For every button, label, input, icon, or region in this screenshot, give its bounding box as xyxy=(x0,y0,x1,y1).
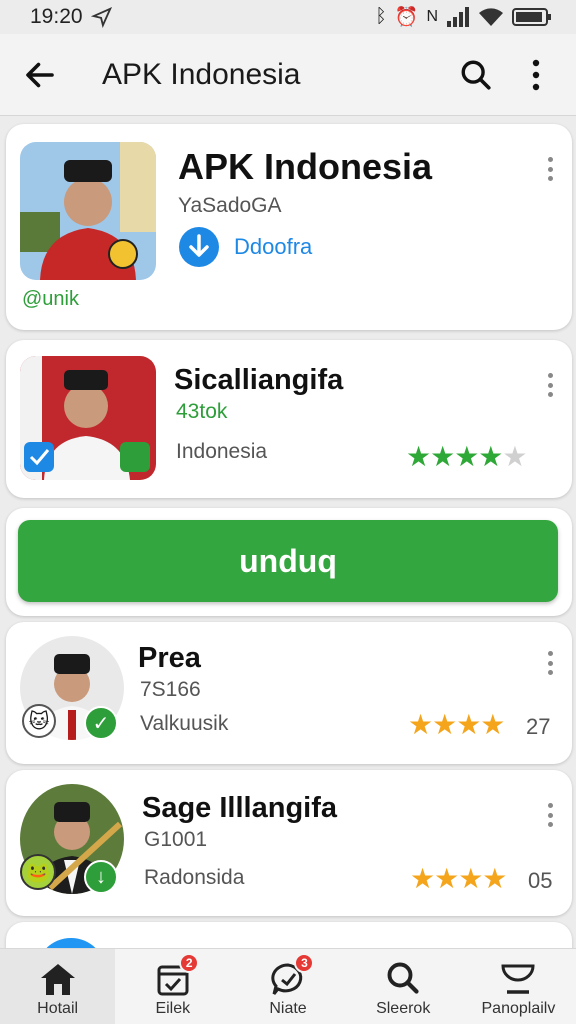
search-button[interactable] xyxy=(454,53,498,97)
nav-label: Sleerok xyxy=(376,1000,431,1017)
rating-count: 05 xyxy=(528,868,553,893)
developer-name: YaSadoGA xyxy=(178,194,282,217)
overflow-menu-button[interactable] xyxy=(514,53,558,97)
status-bar: 19:20 ᛒ ⏰ N xyxy=(0,0,576,34)
verified-badge: @unik xyxy=(22,288,79,310)
app-meta: 43tok xyxy=(176,400,228,423)
download-icon xyxy=(179,227,219,267)
bluetooth-icon: ᛒ xyxy=(375,6,387,27)
app-title: APK Indonesia xyxy=(178,146,433,187)
app-subtitle: Valkuusik xyxy=(140,712,229,735)
app-subtitle: Radonsida xyxy=(144,866,245,889)
verified-check-icon: ✓ xyxy=(84,706,118,740)
nav-label: Niate xyxy=(269,1000,307,1017)
nav-search[interactable]: Sleerok xyxy=(346,949,461,1024)
app-card-featured[interactable]: @unik APK Indonesia YaSadoGA Ddoofra xyxy=(6,124,572,330)
app-thumbnail xyxy=(20,356,156,480)
page-title: APK Indonesia xyxy=(102,57,301,91)
nav-chat[interactable]: 3 Niate xyxy=(230,949,345,1024)
app-subtitle: Indonesia xyxy=(176,440,268,463)
search-icon xyxy=(461,60,491,90)
app-card[interactable]: 🐱 ✓ Prea 7S166 Valkuusik ★★★★ 27 xyxy=(6,622,572,764)
app-meta: 7S166 xyxy=(140,678,201,701)
wifi-icon xyxy=(479,8,503,26)
search-icon xyxy=(387,962,419,994)
notification-badge: 2 xyxy=(179,953,200,973)
rating-stars: ★★★★★ xyxy=(406,441,528,472)
signal-icon xyxy=(447,7,469,27)
card-more-button[interactable] xyxy=(540,370,560,400)
nav-home[interactable]: Hotail xyxy=(0,949,116,1024)
nav-calendar[interactable]: 2 Eilek xyxy=(115,949,230,1024)
nav-label: Panoplailv xyxy=(481,1000,556,1017)
back-button[interactable] xyxy=(18,53,62,97)
profile-icon xyxy=(501,964,535,994)
rating-stars: ★★★★ xyxy=(408,709,505,740)
home-icon xyxy=(40,964,75,995)
mascot-icon: 🐸 xyxy=(20,854,56,890)
nav-label: Hotail xyxy=(37,1000,79,1017)
app-meta: G1001 xyxy=(144,828,208,851)
card-more-button[interactable] xyxy=(540,648,560,678)
download-link-label: Ddoofra xyxy=(234,234,313,259)
bottom-navigation: Hotail 2 Eilek 3 Niate Sleerok Panoplail… xyxy=(0,948,576,1024)
more-vert-icon xyxy=(532,59,540,90)
app-title: Sage Illlangifa xyxy=(142,792,337,824)
alarm-icon: ⏰ xyxy=(394,7,419,28)
battery-icon xyxy=(512,8,551,26)
app-thumbnail xyxy=(20,142,156,280)
notification-badge: 3 xyxy=(294,953,315,973)
nav-profile[interactable]: Panoplailv xyxy=(461,949,576,1024)
download-button[interactable]: unduq xyxy=(18,520,558,602)
app-card[interactable]: Sicalliangifa 43tok Indonesia ★★★★★ xyxy=(6,340,572,498)
rating-stars: ★★★★ xyxy=(410,863,507,894)
card-more-button[interactable] xyxy=(540,800,560,830)
back-arrow-icon xyxy=(26,62,54,87)
nav-label: Eilek xyxy=(155,1000,191,1017)
rating-count: 27 xyxy=(526,714,551,739)
app-title: Prea xyxy=(138,642,201,674)
app-title: Sicalliangifa xyxy=(174,364,344,396)
location-icon xyxy=(90,6,112,28)
nfc-icon: N xyxy=(426,8,438,25)
mascot-icon: 🐱 xyxy=(22,704,56,738)
download-badge-icon: ↓ xyxy=(84,860,118,894)
card-more-button[interactable] xyxy=(540,154,560,184)
app-card[interactable]: 🐸 ↓ Sage Illlangifa G1001 Radonsida ★★★★… xyxy=(6,770,572,916)
app-bar: APK Indonesia xyxy=(0,34,576,116)
inline-download-link[interactable]: Ddoofra xyxy=(178,226,312,268)
status-time: 19:20 xyxy=(30,5,83,28)
